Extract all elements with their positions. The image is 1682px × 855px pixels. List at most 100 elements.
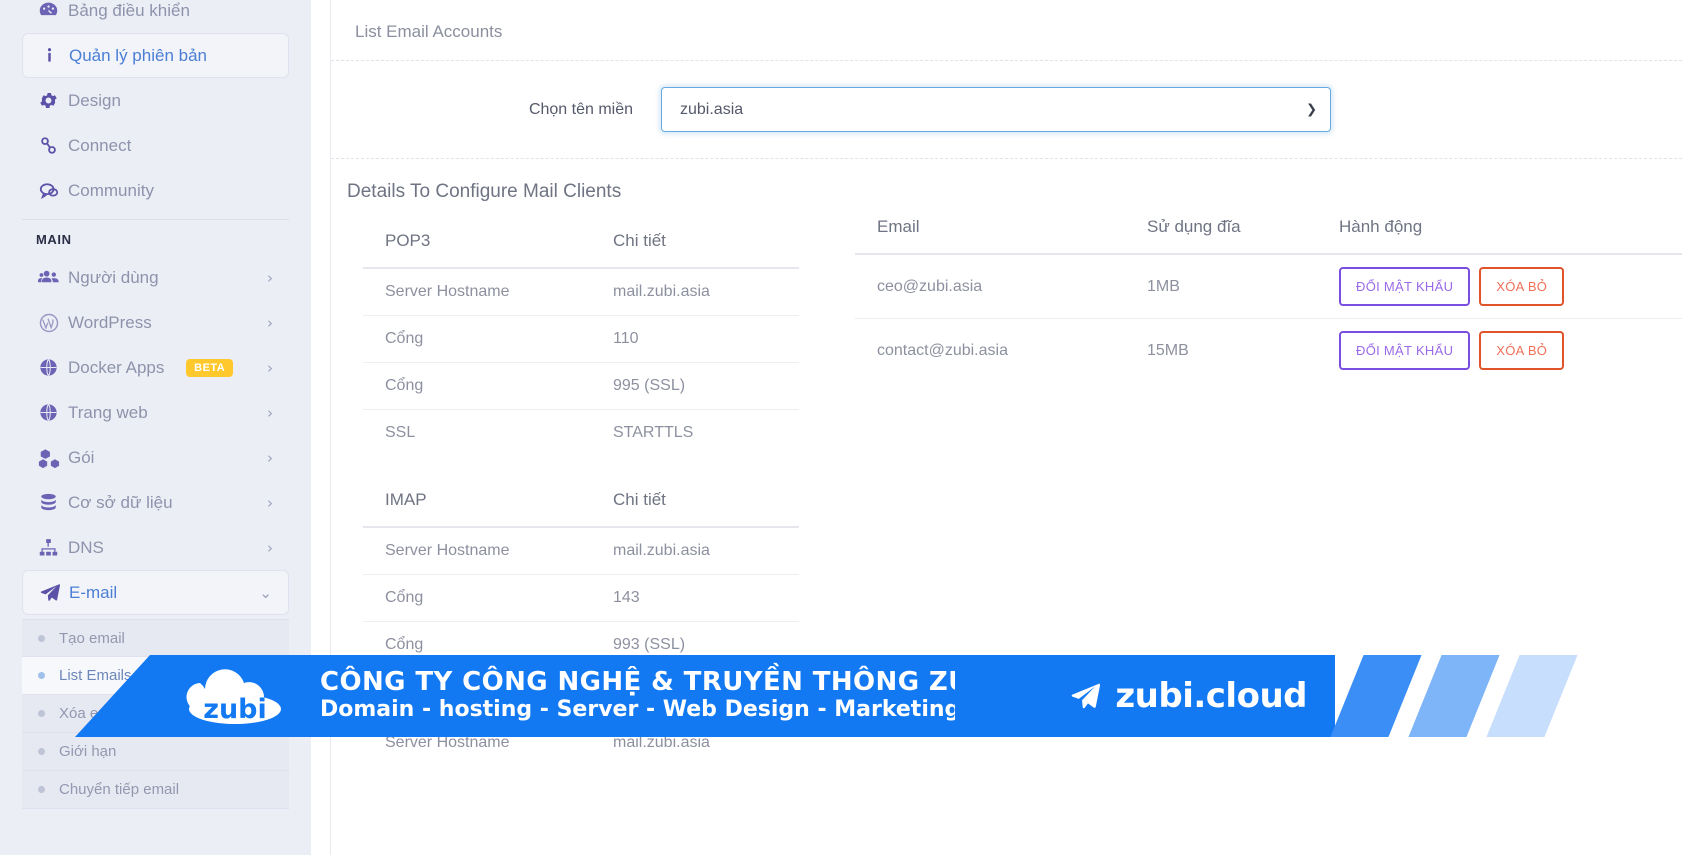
domain-select[interactable]: zubi.asia [661, 87, 1331, 132]
details-body: Details To Configure Mail Clients POP3 C… [331, 159, 1682, 786]
domain-select-label: Chọn tên miền [528, 100, 633, 118]
pop3-details-table: POP3 Chi tiết Server Hostname mail.zubi.… [363, 217, 799, 456]
email-accounts-table: Email Sử dụng đĩa Hành động ceo@zubi.asi… [855, 203, 1682, 382]
domain-select-wrapper: zubi.asia ❯ [661, 87, 1331, 132]
sidebar-subitem-delete-email[interactable]: Xóa email [22, 695, 289, 733]
sidebar-subitem-create-email[interactable]: Tạo email [22, 619, 289, 657]
sidebar-section-main: MAIN [22, 219, 289, 255]
sidebar-item-docker-apps[interactable]: Docker Apps BETA › [22, 345, 289, 390]
sidebar-subitem-forward-email[interactable]: Chuyển tiếp email [22, 771, 289, 809]
sidebar-subitem-label: Tạo email [59, 629, 125, 647]
email-submenu: Tạo email List Emails Xóa email Giới hạn… [22, 619, 289, 809]
cell-actions: ĐỔI MẬT KHẨU XÓA BỎ [1317, 254, 1682, 319]
sidebar-item-database[interactable]: Cơ sở dữ liệu › [22, 480, 289, 525]
chat-icon [38, 180, 68, 202]
sidebar-item-users[interactable]: Người dùng › [22, 255, 289, 300]
sidebar-item-website[interactable]: Trang web › [22, 390, 289, 435]
chevron-down-icon: ⌄ [259, 583, 272, 602]
table-row: Cổng 143 [363, 574, 799, 622]
bullet-icon [38, 786, 45, 793]
sidebar-item-label: Quản lý phiên bản [69, 45, 207, 65]
bullet-icon [38, 748, 45, 755]
chevron-right-icon: › [267, 268, 273, 287]
sidebar-item-connect[interactable]: Connect [22, 123, 289, 168]
header-disk-usage: Sử dụng đĩa [1125, 203, 1317, 255]
sitemap-icon [38, 537, 68, 558]
delete-button[interactable]: XÓA BỎ [1479, 331, 1565, 370]
sidebar-item-label: DNS [68, 537, 104, 557]
row-key: Server Hostname [363, 527, 591, 575]
mail-client-details-column: Details To Configure Mail Clients POP3 C… [345, 181, 815, 786]
sidebar-item-label: Design [68, 90, 121, 110]
users-icon [38, 266, 68, 289]
sidebar-item-email[interactable]: E-mail ⌄ [22, 570, 289, 615]
app-root: Bảng điều khiển Quản lý phiên bản Design… [0, 0, 1682, 855]
row-value: mail.zubi.asia [591, 527, 799, 575]
protocol-header: POP3 [363, 217, 591, 269]
imap-details-table: IMAP Chi tiết Server Hostname mail.zubi.… [363, 476, 799, 668]
dashboard-icon [38, 0, 68, 21]
sidebar-item-version-manager[interactable]: Quản lý phiên bản [22, 33, 289, 78]
sidebar-item-label: Docker Apps [68, 357, 165, 377]
table-row: SSL STARTTLS [363, 410, 799, 457]
sidebar-item-label: WordPress [68, 312, 152, 332]
chevron-right-icon: › [267, 493, 273, 512]
row-key: Server Hostname [385, 734, 510, 751]
smtp-details-table: Server Hostname mail.zubi.asia [363, 688, 799, 766]
sidebar-subitem-label: Chuyển tiếp email [59, 781, 180, 798]
chevron-right-icon: › [267, 313, 273, 332]
sidebar-item-wordpress[interactable]: WordPress › [22, 300, 289, 345]
chevron-right-icon: › [267, 403, 273, 422]
delete-button[interactable]: XÓA BỎ [1479, 267, 1565, 306]
table-header-row: Email Sử dụng đĩa Hành động [855, 203, 1682, 255]
table-header-row: POP3 Chi tiết [363, 217, 799, 269]
sidebar-item-community[interactable]: Community [22, 168, 289, 213]
sidebar-item-design[interactable]: Design [22, 78, 289, 123]
sidebar-subitem-label: Xóa email [59, 705, 126, 722]
bullet-icon [38, 672, 45, 679]
bullet-icon [38, 634, 45, 642]
sidebar-subitem-limits[interactable]: Giới hạn [22, 733, 289, 771]
globe-icon [38, 402, 68, 423]
row-value: STARTTLS [613, 424, 694, 441]
table-row: Cổng 110 [363, 315, 799, 363]
row-actions: ĐỔI MẬT KHẨU XÓA BỎ [1339, 331, 1672, 370]
beta-badge: BETA [186, 358, 234, 377]
row-key: Cổng [385, 636, 424, 653]
change-password-button[interactable]: ĐỔI MẬT KHẨU [1339, 267, 1471, 306]
database-icon [38, 492, 68, 513]
table-header-row: IMAP Chi tiết [363, 476, 799, 528]
boxes-icon [38, 447, 68, 469]
sidebar-item-dashboard[interactable]: Bảng điều khiển [22, 0, 289, 33]
detail-header: Chi tiết [591, 217, 799, 269]
cell-actions: ĐỔI MẬT KHẨU XÓA BỎ [1317, 319, 1682, 383]
sidebar-item-dns[interactable]: DNS › [22, 525, 289, 570]
bullet-icon [38, 710, 45, 717]
detail-header: Chi tiết [591, 476, 799, 528]
change-password-button[interactable]: ĐỔI MẬT KHẨU [1339, 331, 1471, 370]
row-actions: ĐỔI MẬT KHẨU XÓA BỎ [1339, 267, 1672, 306]
page-title: List Email Accounts [331, 0, 1682, 61]
cell-disk-usage: 15MB [1147, 341, 1189, 359]
table-row: Cổng 993 (SSL) [363, 622, 799, 669]
domain-filter-row: Chọn tên miền zubi.asia ❯ [331, 61, 1682, 159]
sidebar-item-packages[interactable]: Gói › [22, 435, 289, 480]
cell-disk-usage: 1MB [1125, 254, 1317, 319]
gear-icon [38, 90, 68, 111]
email-accounts-column: Email Sử dụng đĩa Hành động ceo@zubi.asi… [815, 181, 1682, 786]
table-header-row [363, 688, 799, 720]
chevron-right-icon: › [267, 448, 273, 467]
cell-email: ceo@zubi.asia [855, 254, 1125, 319]
sidebar-item-label: Trang web [68, 402, 148, 422]
row-key: Cổng [363, 362, 591, 410]
sidebar: Bảng điều khiển Quản lý phiên bản Design… [0, 0, 311, 855]
list-email-accounts-card: List Email Accounts Chọn tên miền zubi.a… [330, 0, 1682, 855]
row-value: mail.zubi.asia [591, 268, 799, 316]
sidebar-subitem-list-emails[interactable]: List Emails [22, 657, 289, 695]
protocol-header: IMAP [363, 476, 591, 528]
row-key: Cổng [363, 315, 591, 363]
table-row: contact@zubi.asia 15MB ĐỔI MẬT KHẨU XÓA … [855, 319, 1682, 383]
table-row: Server Hostname mail.zubi.asia [363, 268, 799, 316]
link-icon [38, 135, 68, 156]
row-value: 110 [591, 315, 799, 363]
